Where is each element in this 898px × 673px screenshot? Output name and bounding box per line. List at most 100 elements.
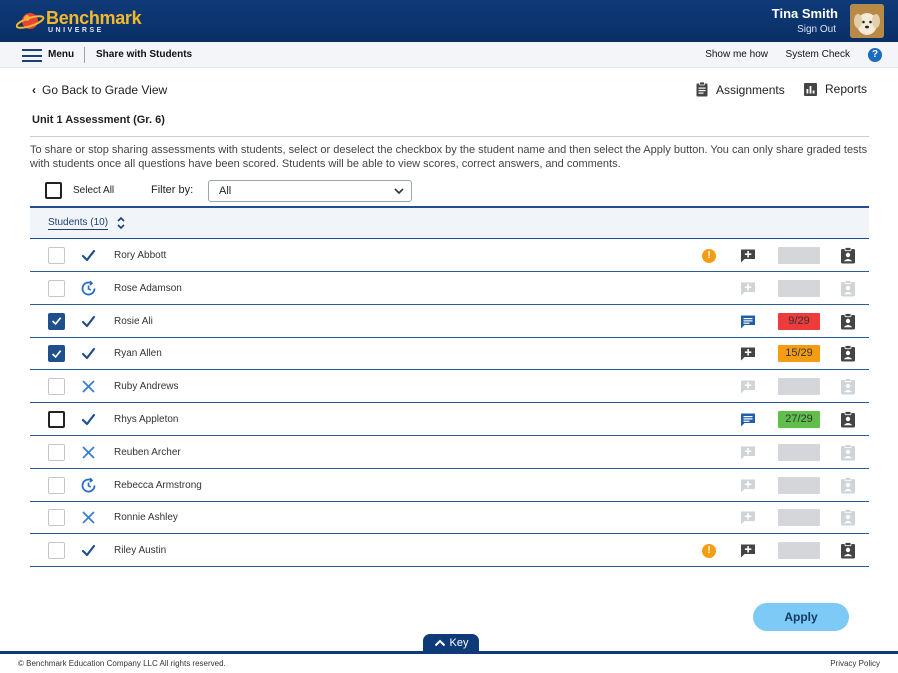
x-icon — [80, 378, 97, 395]
apply-button[interactable]: Apply — [753, 603, 849, 631]
checkmark-icon — [80, 313, 97, 330]
help-icon[interactable]: ? — [868, 48, 882, 62]
comment-add-icon[interactable] — [740, 543, 756, 559]
table-row: Rose Adamson — [30, 272, 869, 305]
key-label: Key — [449, 637, 469, 649]
comment-view-icon[interactable] — [740, 412, 756, 428]
title-divider — [30, 136, 869, 137]
score-badge: 27/29 — [778, 411, 820, 428]
chevron-down-icon — [394, 188, 404, 195]
student-share-checkbox[interactable] — [48, 411, 65, 428]
score-badge — [778, 509, 820, 527]
nav-divider — [84, 47, 85, 63]
students-table-header: Students (10) — [30, 206, 869, 239]
system-check-link[interactable]: System Check — [786, 49, 850, 60]
benchmark-logo[interactable]: Benchmark UNIVERSE — [15, 7, 146, 35]
student-name: Riley Austin — [114, 545, 167, 557]
checkmark-icon — [80, 247, 97, 264]
student-report-icon — [840, 378, 856, 395]
bar-chart-icon — [804, 82, 817, 96]
user-name: Tina Smith — [771, 6, 838, 21]
student-report-icon[interactable] — [840, 247, 856, 264]
comment-add-icon — [740, 510, 756, 526]
student-share-checkbox[interactable] — [48, 443, 65, 461]
warning-icon[interactable]: ! — [702, 249, 716, 263]
student-share-checkbox[interactable] — [48, 279, 65, 297]
comment-add-icon[interactable] — [740, 346, 756, 362]
student-report-icon — [840, 509, 856, 526]
show-me-how-link[interactable]: Show me how — [705, 49, 768, 60]
student-report-icon — [840, 476, 856, 494]
student-report-icon[interactable] — [840, 542, 856, 559]
student-name: Rhys Appleton — [114, 414, 179, 425]
table-row: Ryan Allen 15/29 — [30, 337, 869, 371]
clipboard-icon — [696, 82, 708, 97]
reports-label: Reports — [825, 82, 868, 96]
table-row: Rebecca Armstrong — [30, 469, 869, 502]
table-row: Reuben Archer — [30, 436, 869, 469]
reports-button[interactable]: Reports — [804, 82, 867, 96]
back-to-grade-view-link[interactable]: ‹ Go Back to Grade View — [32, 83, 167, 97]
assignments-button[interactable]: Assignments — [696, 82, 785, 97]
filter-dropdown[interactable]: All — [208, 180, 412, 202]
score-badge — [778, 247, 820, 264]
student-share-checkbox[interactable] — [48, 378, 65, 396]
assessment-title: Unit 1 Assessment (Gr. 6) — [32, 114, 165, 126]
checkmark-icon — [80, 542, 97, 559]
x-icon — [80, 444, 97, 461]
privacy-policy-link[interactable]: Privacy Policy — [830, 659, 880, 668]
logo-subtitle: UNIVERSE — [48, 27, 104, 34]
key-toggle-tab[interactable]: Key — [423, 634, 479, 652]
select-all-label: Select All — [73, 185, 115, 196]
score-badge — [778, 476, 820, 494]
student-share-checkbox[interactable] — [48, 476, 65, 494]
student-name: Ronnie Ashley — [114, 512, 178, 524]
student-share-checkbox[interactable] — [48, 542, 65, 560]
comment-add-icon[interactable] — [740, 248, 756, 264]
student-name: Rosie Ali — [114, 315, 153, 327]
instructions-text: To share or stop sharing assessments wit… — [30, 144, 868, 170]
checkmark-icon — [80, 345, 97, 362]
student-name: Ryan Allen — [114, 348, 162, 360]
score-badge: 15/29 — [778, 345, 820, 363]
filter-label: Filter by: — [151, 184, 194, 196]
chevron-left-icon: ‹ — [32, 83, 36, 97]
hamburger-menu-icon[interactable] — [22, 49, 42, 62]
comment-add-icon — [740, 281, 756, 297]
select-all-checkbox[interactable] — [45, 182, 62, 199]
clock-refresh-icon — [80, 477, 97, 494]
filter-selected-value: All — [219, 185, 232, 197]
student-name: Rose Adamson — [114, 282, 182, 294]
check-mark-icon — [51, 350, 61, 358]
score-badge — [778, 378, 820, 396]
score-badge — [778, 279, 820, 297]
student-name: Reuben Archer — [114, 446, 181, 458]
student-report-icon[interactable] — [840, 312, 856, 330]
comment-add-icon — [740, 445, 756, 461]
footer: © Benchmark Education Company LLC All ri… — [0, 651, 898, 673]
student-report-icon[interactable] — [840, 411, 856, 428]
chevron-up-icon — [434, 639, 445, 647]
avatar[interactable] — [850, 4, 884, 38]
table-row: Rory Abbott! — [30, 239, 869, 272]
student-share-checkbox[interactable] — [48, 247, 65, 264]
x-icon — [80, 509, 97, 526]
sign-out-link[interactable]: Sign Out — [797, 24, 836, 35]
student-name: Rory Abbott — [114, 250, 167, 261]
score-badge: 9/29 — [778, 312, 820, 330]
warning-icon[interactable]: ! — [702, 544, 716, 559]
planet-logo-icon — [15, 13, 45, 29]
student-share-checkbox[interactable] — [48, 345, 65, 363]
comment-view-icon[interactable] — [740, 314, 756, 330]
sort-icon[interactable] — [116, 215, 126, 231]
student-report-icon — [840, 279, 856, 297]
student-share-checkbox[interactable] — [48, 509, 65, 527]
assignments-label: Assignments — [716, 82, 785, 97]
comment-add-icon — [740, 478, 756, 494]
logo-wordmark: Benchmark — [46, 8, 142, 28]
students-column-header[interactable]: Students (10) — [48, 217, 109, 230]
student-share-checkbox[interactable] — [48, 312, 65, 330]
student-report-icon[interactable] — [840, 345, 856, 362]
score-badge — [778, 542, 820, 560]
menu-button[interactable]: Menu — [48, 49, 74, 60]
